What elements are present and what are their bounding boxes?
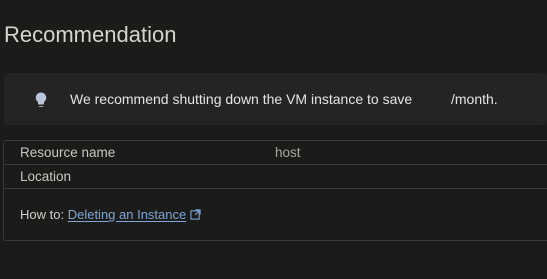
savings-amount: /month. [451, 91, 498, 107]
row-key: Resource name [20, 145, 116, 160]
table-row: Resource name host [4, 141, 547, 165]
row-value: host [275, 145, 301, 160]
details-table: Resource name host Location How to: Dele… [3, 140, 547, 241]
recommendation-message: We recommend shutting down the VM instan… [70, 91, 413, 107]
link-text[interactable]: Deleting an Instance [68, 207, 187, 222]
page-title: Recommendation [4, 22, 177, 47]
howto-line: How to: Deleting an Instance [20, 207, 201, 223]
lightbulb-icon [35, 92, 47, 107]
recommendation-banner: We recommend shutting down the VM instan… [4, 73, 547, 125]
howto-label: How to: [20, 207, 65, 222]
open-in-new-icon[interactable] [190, 209, 201, 220]
row-key: Location [20, 169, 72, 184]
table-row: Location [4, 165, 547, 189]
recommendation-page: Recommendation We recommend shutting dow… [0, 0, 547, 279]
deleting-instance-link[interactable]: Deleting an Instance [68, 207, 202, 222]
